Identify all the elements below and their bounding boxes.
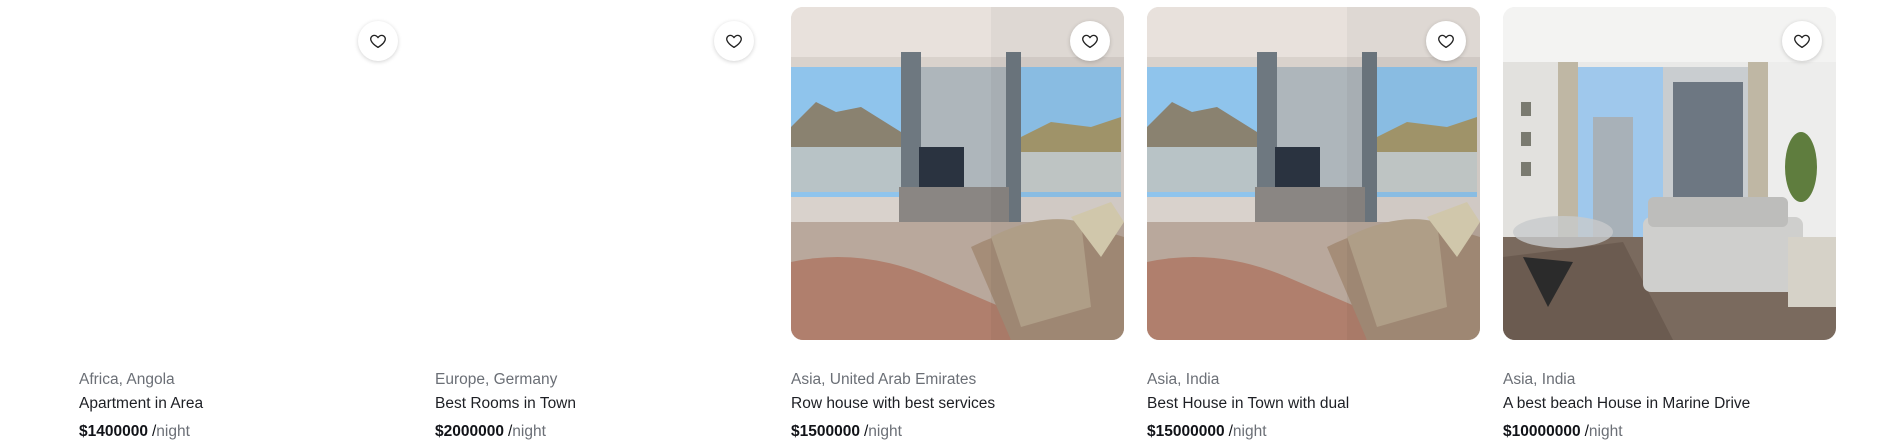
listing-card[interactable]: Europe, Germany Best Rooms in Town $2000… [435, 7, 768, 442]
listing-location: Africa, Angola [79, 371, 175, 388]
heart-outline-icon [726, 34, 742, 49]
favorite-button[interactable] [1426, 21, 1466, 61]
listing-info: Asia, United Arab Emirates Row house wit… [791, 340, 1124, 442]
listing-card[interactable]: Asia, United Arab Emirates Row house wit… [791, 7, 1124, 442]
listing-title[interactable]: Row house with best services [791, 394, 1124, 414]
listing-grid: Africa, Angola Apartment in Area $140000… [0, 0, 1902, 444]
listing-title[interactable]: Apartment in Area [79, 394, 412, 414]
listing-price-row: $15000000/night [1147, 422, 1480, 442]
price-unit: night [512, 423, 546, 440]
listing-title[interactable]: Best Rooms in Town [435, 394, 768, 414]
listing-title[interactable]: Best House in Town with dual [1147, 394, 1480, 414]
listing-info: Asia, India A best beach House in Marine… [1503, 340, 1836, 442]
favorite-button[interactable] [358, 21, 398, 61]
living-room-balcony-photo [791, 7, 1124, 340]
heart-outline-icon [1438, 34, 1454, 49]
listing-card[interactable]: Asia, India Best House in Town with dual… [1147, 7, 1480, 442]
price-unit: night [1588, 423, 1623, 440]
listing-card[interactable]: Africa, Angola Apartment in Area $140000… [79, 7, 412, 442]
listing-info: Europe, Germany Best Rooms in Town $2000… [435, 340, 768, 442]
listing-image-placeholder[interactable] [435, 7, 768, 340]
listing-info: Africa, Angola Apartment in Area $140000… [79, 340, 412, 442]
listing-price-row: $10000000/night [1503, 422, 1836, 442]
listing-location: Asia, India [1503, 371, 1576, 388]
price-unit: night [156, 423, 190, 440]
listing-info: Asia, India Best House in Town with dual… [1147, 340, 1480, 442]
price-unit: night [868, 423, 902, 440]
heart-outline-icon [370, 34, 386, 49]
listing-price: $1400000 [79, 423, 148, 440]
favorite-button[interactable] [1070, 21, 1110, 61]
living-room-balcony-photo [1147, 7, 1480, 340]
listing-title[interactable]: A best beach House in Marine Drive [1503, 394, 1836, 414]
listing-price: $1500000 [791, 423, 860, 440]
listing-image[interactable] [791, 7, 1124, 340]
listing-image-placeholder[interactable] [79, 7, 412, 340]
listing-price: $15000000 [1147, 423, 1225, 440]
price-unit: night [1232, 423, 1267, 440]
heart-outline-icon [1794, 34, 1810, 49]
listing-location: Asia, India [1147, 371, 1220, 388]
listing-price-row: $2000000/night [435, 422, 768, 442]
listing-location: Europe, Germany [435, 371, 558, 388]
apartment-interior-photo [1503, 7, 1836, 340]
listing-price-row: $1400000/night [79, 422, 412, 442]
favorite-button[interactable] [1782, 21, 1822, 61]
listing-location: Asia, United Arab Emirates [791, 371, 977, 388]
favorite-button[interactable] [714, 21, 754, 61]
listing-price: $2000000 [435, 423, 504, 440]
listing-card[interactable]: Asia, India A best beach House in Marine… [1503, 7, 1836, 442]
listing-price-row: $1500000/night [791, 422, 1124, 442]
listing-image[interactable] [1147, 7, 1480, 340]
listing-price: $10000000 [1503, 423, 1581, 440]
heart-outline-icon [1082, 34, 1098, 49]
listing-image[interactable] [1503, 7, 1836, 340]
